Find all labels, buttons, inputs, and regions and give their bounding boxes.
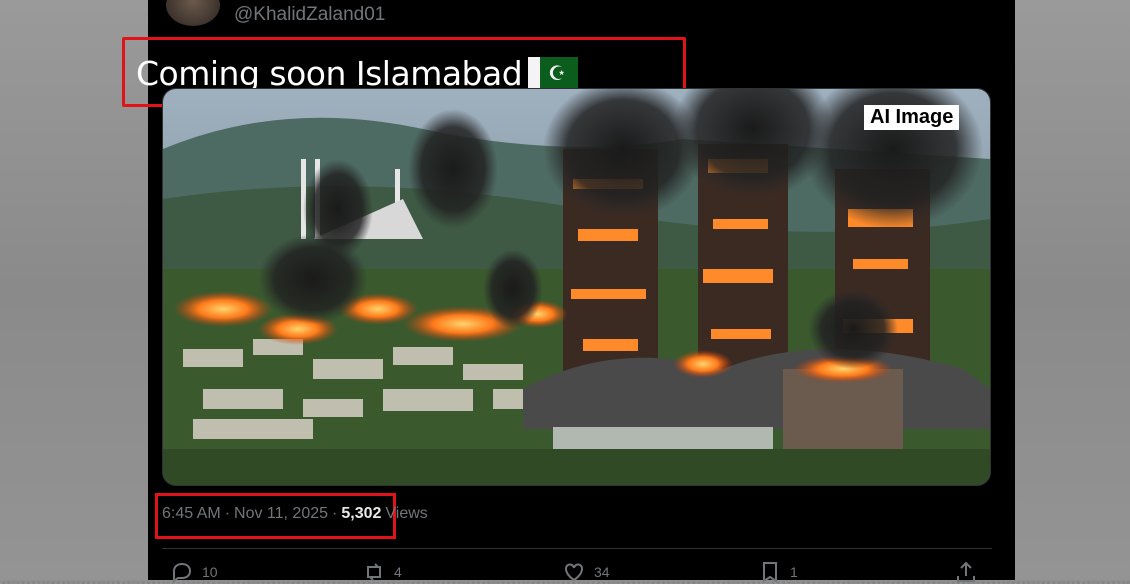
- retweet-icon: [367, 563, 381, 581]
- tweet-media[interactable]: AI Image: [162, 88, 991, 486]
- share-button[interactable]: [954, 560, 986, 584]
- meta-separator: ·: [332, 505, 338, 522]
- reply-count: 10: [202, 564, 218, 580]
- reply-icon: [173, 562, 192, 583]
- share-icon: [957, 561, 975, 582]
- tweet-time[interactable]: 6:45 AM: [162, 505, 221, 522]
- like-icon: [565, 563, 583, 582]
- retweet-count: 4: [394, 564, 402, 580]
- views-count: 5,302: [341, 505, 382, 522]
- bookmark-button[interactable]: 1: [758, 560, 798, 584]
- views-label: Views: [385, 505, 428, 522]
- ai-image-badge: AI Image: [864, 105, 960, 130]
- bookmark-count: 1: [790, 564, 798, 580]
- tweet-date[interactable]: Nov 11, 2025: [234, 505, 328, 522]
- user-handle[interactable]: @KhalidZaland01: [234, 4, 385, 26]
- like-count: 34: [594, 564, 610, 580]
- meta-separator: ·: [224, 505, 231, 522]
- avatar[interactable]: [166, 0, 220, 26]
- retweet-button[interactable]: 4: [362, 560, 402, 584]
- background-texture-right: [1015, 0, 1130, 580]
- reply-button[interactable]: 10: [170, 560, 218, 584]
- tweet-meta: 6:45 AM · Nov 11, 2025 · 5,302 Views: [162, 505, 428, 523]
- bookmark-icon: [763, 562, 777, 583]
- like-button[interactable]: 34: [562, 560, 610, 584]
- burning-city-image: [163, 89, 990, 485]
- tweet-card: @KhalidZaland01 Coming soon Islamabad☪: [122, 0, 1015, 583]
- action-divider: [162, 548, 992, 549]
- pakistan-flag-icon: ☪: [528, 57, 579, 89]
